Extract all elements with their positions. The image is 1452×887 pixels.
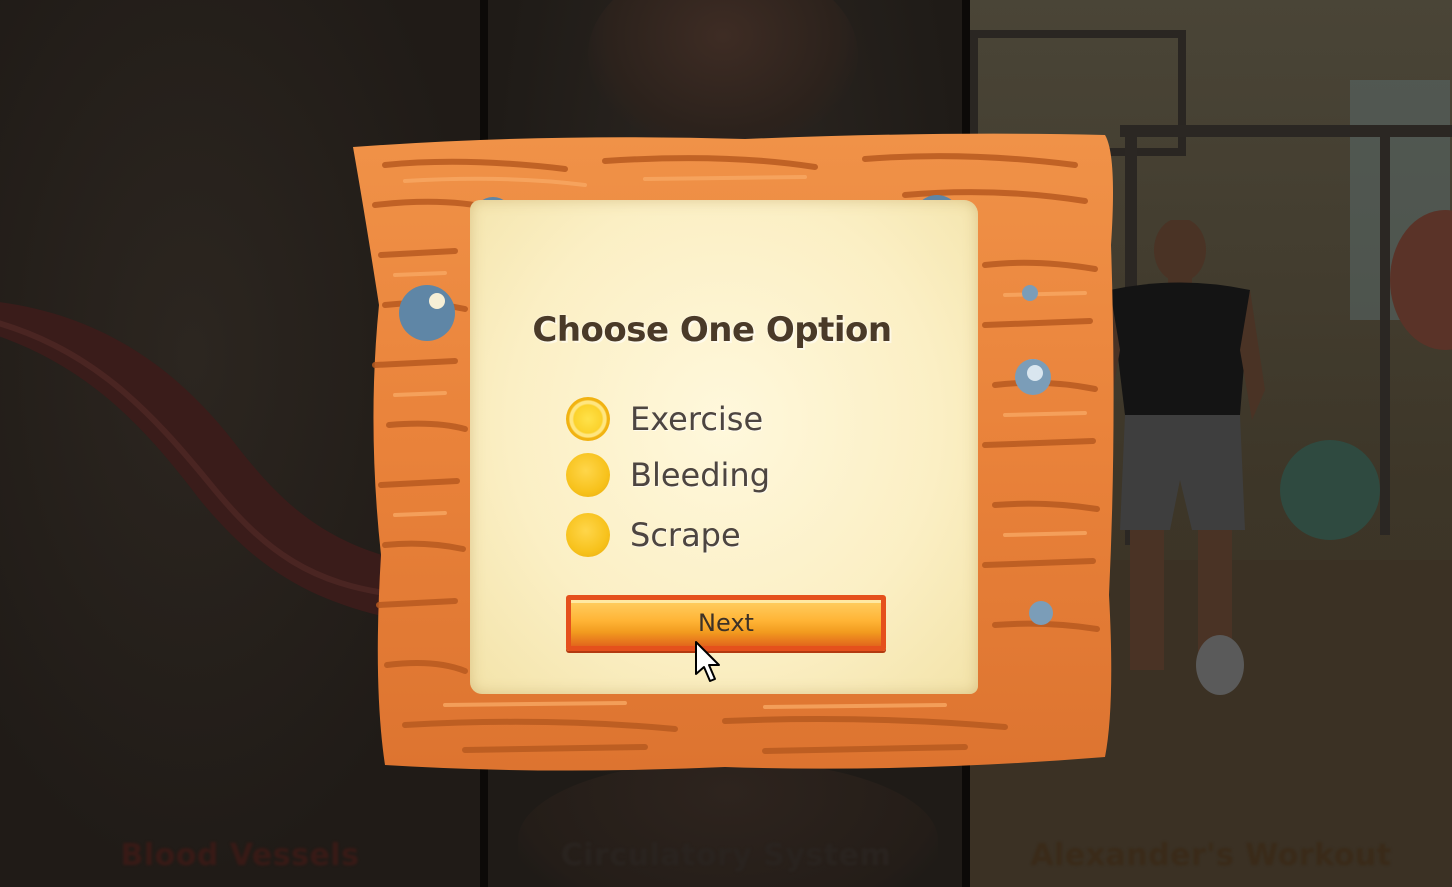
option-label: Exercise xyxy=(630,400,764,438)
option-scrape[interactable]: Scrape xyxy=(566,512,741,558)
option-label: Scrape xyxy=(630,516,741,554)
gym-bar xyxy=(1120,125,1452,137)
alexander-character xyxy=(1100,220,1265,695)
radio-button[interactable] xyxy=(566,453,610,497)
mouse-pointer-icon xyxy=(695,641,720,682)
next-button[interactable]: Next xyxy=(566,595,886,651)
radio-button-selected[interactable] xyxy=(566,397,610,441)
option-exercise[interactable]: Exercise xyxy=(566,396,763,442)
gym-post xyxy=(1380,135,1390,535)
option-bleeding[interactable]: Bleeding xyxy=(566,452,770,498)
dialog-title: Choose One Option xyxy=(532,310,892,350)
gym-ball-green xyxy=(1280,440,1380,540)
panel-caption-blood-vessels: Blood Vessels xyxy=(120,838,360,873)
panel-caption-circulatory-system: Circulatory System xyxy=(560,838,892,873)
radio-button[interactable] xyxy=(566,513,610,557)
panel-caption-alexanders-workout: Alexander's Workout xyxy=(1030,838,1392,873)
option-label: Bleeding xyxy=(630,456,771,494)
